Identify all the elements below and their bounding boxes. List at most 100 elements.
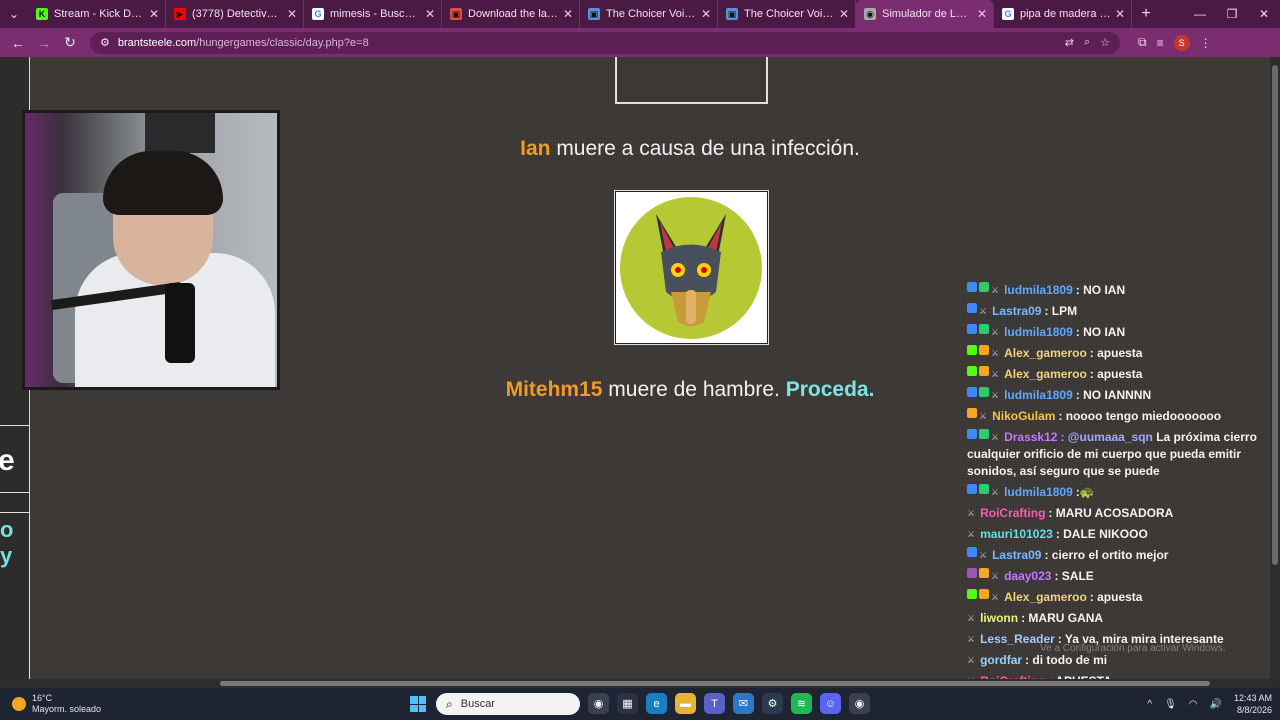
chat-mention[interactable]: : @uumaaa_sqn	[1060, 430, 1152, 444]
chat-username[interactable]: gordfar	[980, 652, 1022, 669]
media-icon[interactable]: ≡	[1157, 36, 1164, 50]
chat-badges: ⚔	[967, 345, 1000, 362]
sword-badge-icon: ⚔	[991, 390, 1000, 400]
menu-icon[interactable]: ⋮	[1200, 36, 1212, 50]
chat-username[interactable]: liwonn	[980, 610, 1018, 627]
clock[interactable]: 12:43 AM 8/8/2026	[1234, 692, 1272, 716]
start-windows-icon[interactable]	[410, 696, 426, 712]
extensions-icon[interactable]: ⧉	[1138, 35, 1147, 50]
profile-avatar[interactable]: S	[1173, 34, 1190, 51]
chat-badges: ⚔	[967, 631, 976, 648]
edge-icon[interactable]: e	[646, 693, 667, 714]
page-horizontal-scrollbar[interactable]	[0, 679, 1270, 688]
browser-tab[interactable]: ▣ Download the latest indi ✕	[442, 0, 580, 28]
minimize-icon[interactable]: —	[1184, 0, 1216, 28]
chat-username[interactable]: Alex_gameroo	[1004, 589, 1087, 606]
chat-username[interactable]: ludmila1809	[1004, 324, 1073, 341]
tab-favicon-icon: G	[312, 8, 324, 20]
tab-close-icon[interactable]: ✕	[425, 7, 435, 21]
teams-icon[interactable]: T	[704, 693, 725, 714]
mic-tray-icon[interactable]: 🎙	[1164, 699, 1177, 710]
chat-username[interactable]: NikoGulam	[992, 408, 1055, 425]
tab-label: (3778) Detective Back	[192, 8, 283, 20]
taskbar-apps: ◉ ▦ e ▬ T ✉ ⚙ ≋ ☺ ◉	[588, 693, 870, 714]
zoom-icon[interactable]: ⌕	[1084, 36, 1090, 49]
tray-chevron-icon[interactable]: ^	[1147, 699, 1152, 710]
chat-message: ⚔ NikoGulam: noooo tengo miedooooooo	[965, 406, 1280, 427]
tab-favicon-icon: ▣	[588, 8, 600, 20]
system-tray: ^ 🎙 ◠ 🔊 12:43 AM 8/8/2026	[1147, 688, 1272, 720]
tab-close-icon[interactable]: ✕	[149, 7, 159, 21]
folder-icon[interactable]: ▬	[675, 693, 696, 714]
browser-tab[interactable]: ▣ The Choicer Voicer by Yes ✕	[580, 0, 718, 28]
chat-badges: ⚔	[967, 282, 1000, 299]
tab-close-icon[interactable]: ✕	[701, 7, 711, 21]
tab-close-icon[interactable]: ✕	[563, 7, 573, 21]
tab-label: Simulador de Los Juegos	[882, 8, 973, 20]
chat-badge-icon	[979, 324, 989, 334]
chat-username[interactable]: daay023	[1004, 568, 1051, 585]
chat-badges: ⚔	[967, 303, 988, 320]
browser-tab[interactable]: K Stream - Kick Dashboard ✕	[28, 0, 166, 28]
weather-widget[interactable]: 16°C Mayorm. soleado	[12, 693, 101, 715]
browser-tab[interactable]: Gmimesis - Buscar con Goo ✕	[304, 0, 442, 28]
tab-favicon-icon: ▣	[726, 8, 738, 20]
tab-close-icon[interactable]: ✕	[977, 7, 987, 21]
chat-badge-icon	[979, 568, 989, 579]
chat-username[interactable]: Alex_gameroo	[1004, 366, 1087, 383]
bookmark-star-icon[interactable]: ☆	[1100, 36, 1110, 49]
wifi-icon[interactable]: ◠	[1189, 699, 1198, 710]
chat-text: : apuesta	[1089, 367, 1143, 381]
mail-icon[interactable]: ✉	[733, 693, 754, 714]
tab-close-icon[interactable]: ✕	[1115, 7, 1125, 21]
sword-badge-icon: ⚔	[967, 508, 976, 519]
new-tab-button[interactable]: +	[1132, 0, 1160, 28]
volume-icon[interactable]: 🔊	[1210, 699, 1222, 710]
chrome-icon[interactable]: ◉	[588, 693, 609, 714]
page-vertical-scrollbar[interactable]	[1270, 57, 1280, 679]
store-icon[interactable]: ▦	[617, 693, 638, 714]
spotify-icon[interactable]: ≋	[791, 693, 812, 714]
browser-tab[interactable]: ◉ Simulador de Los Juegos ✕	[856, 0, 994, 28]
tab-search-icon[interactable]: ⌄	[0, 0, 28, 28]
site-info-icon[interactable]: ⚙	[100, 36, 110, 49]
chat-badges: ⚔	[967, 568, 1000, 585]
sword-badge-icon: ⚔	[979, 306, 988, 316]
tab-close-icon[interactable]: ✕	[287, 7, 297, 21]
address-bar[interactable]: ⚙ brantsteele.com/hungergames/classic/da…	[90, 31, 1120, 54]
steam-icon[interactable]: ⚙	[762, 693, 783, 714]
chat-username[interactable]: mauri101023	[980, 526, 1053, 543]
chat-badges: ⚔	[967, 505, 976, 522]
sword-badge-icon: ⚔	[991, 432, 1000, 443]
reload-icon[interactable]: ↻	[58, 31, 82, 55]
translate-icon[interactable]: ⇄	[1065, 36, 1074, 49]
close-window-icon[interactable]: ✕	[1248, 0, 1280, 28]
chat-username[interactable]: Lastra09	[992, 547, 1041, 564]
chat-text: : MARU ACOSADORA	[1048, 506, 1174, 521]
chat-badge-icon	[967, 589, 977, 600]
event-text-2: Mitehm15 muere de hambre. Proceda.	[505, 378, 875, 401]
chat-username[interactable]: Alex_gameroo	[1004, 345, 1087, 362]
forward-icon[interactable]: →	[32, 31, 56, 55]
browser-tab[interactable]: Gpipa de madera - Buscar ✕	[994, 0, 1132, 28]
proceed-link[interactable]: Proceda.	[786, 378, 875, 401]
restore-icon[interactable]: ❐	[1216, 0, 1248, 28]
chat-overlay: ⚔ ludmila1809: NO IAN ⚔ Lastra09: LPM ⚔ ludmi…	[965, 280, 1280, 680]
tab-close-icon[interactable]: ✕	[839, 7, 849, 21]
chat-message: ⚔ Lastra09: LPM	[965, 301, 1280, 322]
taskbar-search[interactable]: ⌕ Buscar	[436, 693, 580, 715]
browser-tab[interactable]: ▶ (3778) Detective Back ✕	[166, 0, 304, 28]
chat-username[interactable]: ludmila1809	[1004, 282, 1073, 299]
back-icon[interactable]: ←	[6, 31, 30, 55]
tab-favicon-icon: ◉	[864, 8, 876, 20]
sword-badge-icon: ⚔	[991, 571, 1000, 582]
chat-username[interactable]: Drassk12	[1004, 430, 1057, 444]
chat-username[interactable]: ludmila1809	[1004, 484, 1073, 501]
chrome-profile-icon[interactable]: ◉	[849, 693, 870, 714]
browser-tab[interactable]: ▣ The Choicer Voicer for Wi ✕	[718, 0, 856, 28]
chat-username[interactable]: RoiCrafting	[980, 505, 1045, 522]
discord-icon[interactable]: ☺	[820, 693, 841, 714]
chat-message: ⚔ daay023: SALE	[965, 566, 1280, 587]
chat-username[interactable]: Lastra09	[992, 303, 1041, 320]
chat-username[interactable]: ludmila1809	[1004, 387, 1073, 404]
